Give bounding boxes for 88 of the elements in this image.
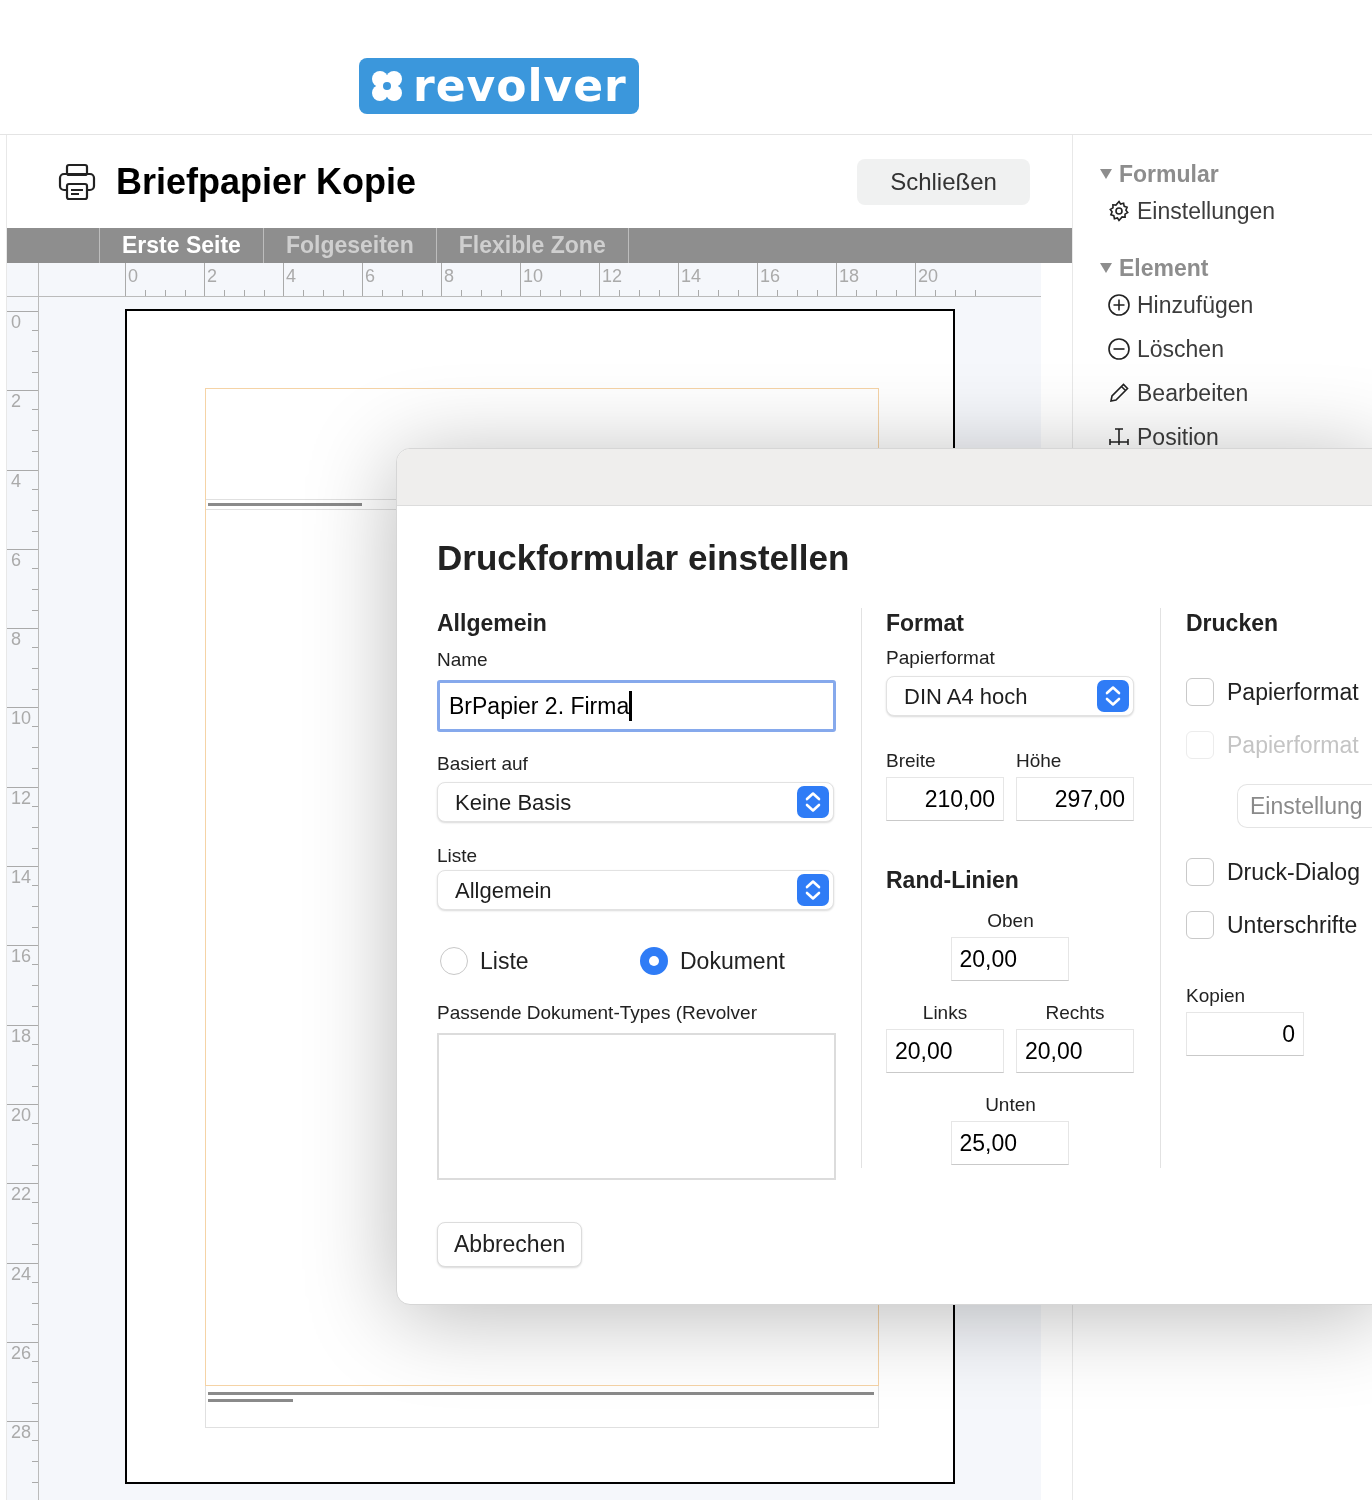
ruler-label: 12 <box>601 265 623 285</box>
ruler-label: 10 <box>10 708 32 728</box>
select-field[interactable]: DIN A4 hoch <box>886 676 1134 716</box>
input-field[interactable]: 20,00 <box>1016 1029 1134 1073</box>
ruler-label: 8 <box>443 265 454 285</box>
ruler-label: 26 <box>10 1342 32 1362</box>
field-label: Rechts <box>1044 1001 1106 1025</box>
input-field[interactable]: 25,00 <box>950 1121 1069 1165</box>
field-label: Höhe <box>1016 749 1062 773</box>
radio-option[interactable]: Dokument <box>640 944 785 979</box>
ruler-label: 12 <box>10 787 32 807</box>
ruler-label: 18 <box>10 1025 32 1045</box>
select-field[interactable]: Allgemein <box>437 870 834 910</box>
ruler-label: 6 <box>364 265 375 285</box>
gear-icon <box>1107 199 1131 223</box>
ruler-label: 6 <box>10 549 21 569</box>
ruler-label: 14 <box>10 867 32 887</box>
section-heading: Formular <box>1119 159 1219 189</box>
input-field[interactable]: 297,00 <box>1016 777 1134 821</box>
radio-button[interactable] <box>440 947 468 976</box>
sidebar-item[interactable]: Hinzufügen <box>1099 283 1254 327</box>
stepper-icon <box>1097 680 1129 712</box>
field-label: Oben <box>987 909 1034 933</box>
section-heading: Format <box>886 609 965 638</box>
field-label: Unten <box>985 1093 1036 1117</box>
ruler-label: 18 <box>838 265 860 285</box>
field-label: Kopien <box>1186 984 1247 1008</box>
pencil-icon <box>1107 381 1131 405</box>
section-heading: Allgemein <box>437 609 548 638</box>
ruler-label: 28 <box>10 1422 32 1442</box>
disclosure-triangle-icon[interactable] <box>1099 261 1113 275</box>
field-label: Name <box>437 648 489 672</box>
ruler-label: 16 <box>759 265 781 285</box>
logo: revolver <box>359 58 639 114</box>
checkbox-label: Papierformat <box>1227 677 1359 707</box>
input-field[interactable]: 0 <box>1186 1012 1304 1056</box>
dialog-title: Druckformular einstellen <box>437 538 851 578</box>
ruler-label: 0 <box>127 265 138 285</box>
field-label: Liste <box>437 844 479 868</box>
section-heading: Drucken <box>1186 609 1280 638</box>
close-button[interactable]: Schließen <box>857 158 1030 205</box>
printer-icon <box>57 161 97 202</box>
radio-button[interactable] <box>640 947 668 976</box>
ruler-label: 20 <box>10 1104 32 1124</box>
ruler-label: 0 <box>10 312 21 331</box>
ruler-label: 14 <box>680 265 702 285</box>
ruler-label: 20 <box>917 265 939 285</box>
field-label: Passende Dokument-Types (Revolver <box>437 1000 758 1025</box>
sidebar-item[interactable]: Einstellungen <box>1099 189 1276 233</box>
field-label: Breite <box>886 749 937 773</box>
flower-icon <box>369 68 405 104</box>
cancel-button[interactable]: Abbrechen <box>437 1221 583 1267</box>
sidebar-item[interactable]: Löschen <box>1099 327 1224 371</box>
ruler-label: 4 <box>10 470 21 490</box>
ruler-label: 24 <box>10 1263 32 1283</box>
ruler-label: 22 <box>10 1184 32 1204</box>
input-field[interactable]: 210,00 <box>886 777 1004 821</box>
field-label: Links <box>921 1001 969 1025</box>
checkbox-label: Papierformat <box>1227 730 1359 760</box>
checkbox[interactable] <box>1186 858 1214 886</box>
text-area[interactable] <box>437 1032 836 1180</box>
minus-circle-icon <box>1107 337 1131 361</box>
ruler-label: 16 <box>10 946 32 966</box>
sidebar-item[interactable]: Position <box>1099 415 1219 459</box>
stepper-icon <box>797 786 829 818</box>
checkbox[interactable] <box>1186 911 1214 939</box>
document-title: Briefpapier Kopie <box>116 159 417 204</box>
name-field[interactable]: BrPapier 2. Firma <box>437 680 836 732</box>
disclosure-triangle-icon[interactable] <box>1099 167 1113 181</box>
stepper-icon <box>797 874 829 906</box>
ruler-label: 2 <box>10 391 21 411</box>
section-heading: Rand-Linien <box>886 866 1020 895</box>
input-field[interactable]: 20,00 <box>886 1029 1004 1073</box>
checkbox[interactable] <box>1186 678 1214 706</box>
select-field[interactable]: Keine Basis <box>437 782 834 822</box>
checkbox-label: Druck-Dialog <box>1227 857 1360 887</box>
ruler-label: 10 <box>522 265 544 285</box>
input-field[interactable]: 20,00 <box>950 937 1069 981</box>
field-label: Basiert auf <box>437 752 529 776</box>
section-heading: Element <box>1119 253 1209 283</box>
ruler-label: 2 <box>206 265 217 285</box>
checkbox-label: Unterschrifte <box>1227 910 1358 940</box>
radio-option[interactable]: Liste <box>440 944 640 979</box>
ruler-label: 8 <box>10 629 21 649</box>
sidebar-item[interactable]: Bearbeiten <box>1099 371 1249 415</box>
add-icon <box>1107 293 1131 317</box>
ruler-label: 4 <box>285 265 296 285</box>
field-label: Papierformat <box>886 646 996 670</box>
